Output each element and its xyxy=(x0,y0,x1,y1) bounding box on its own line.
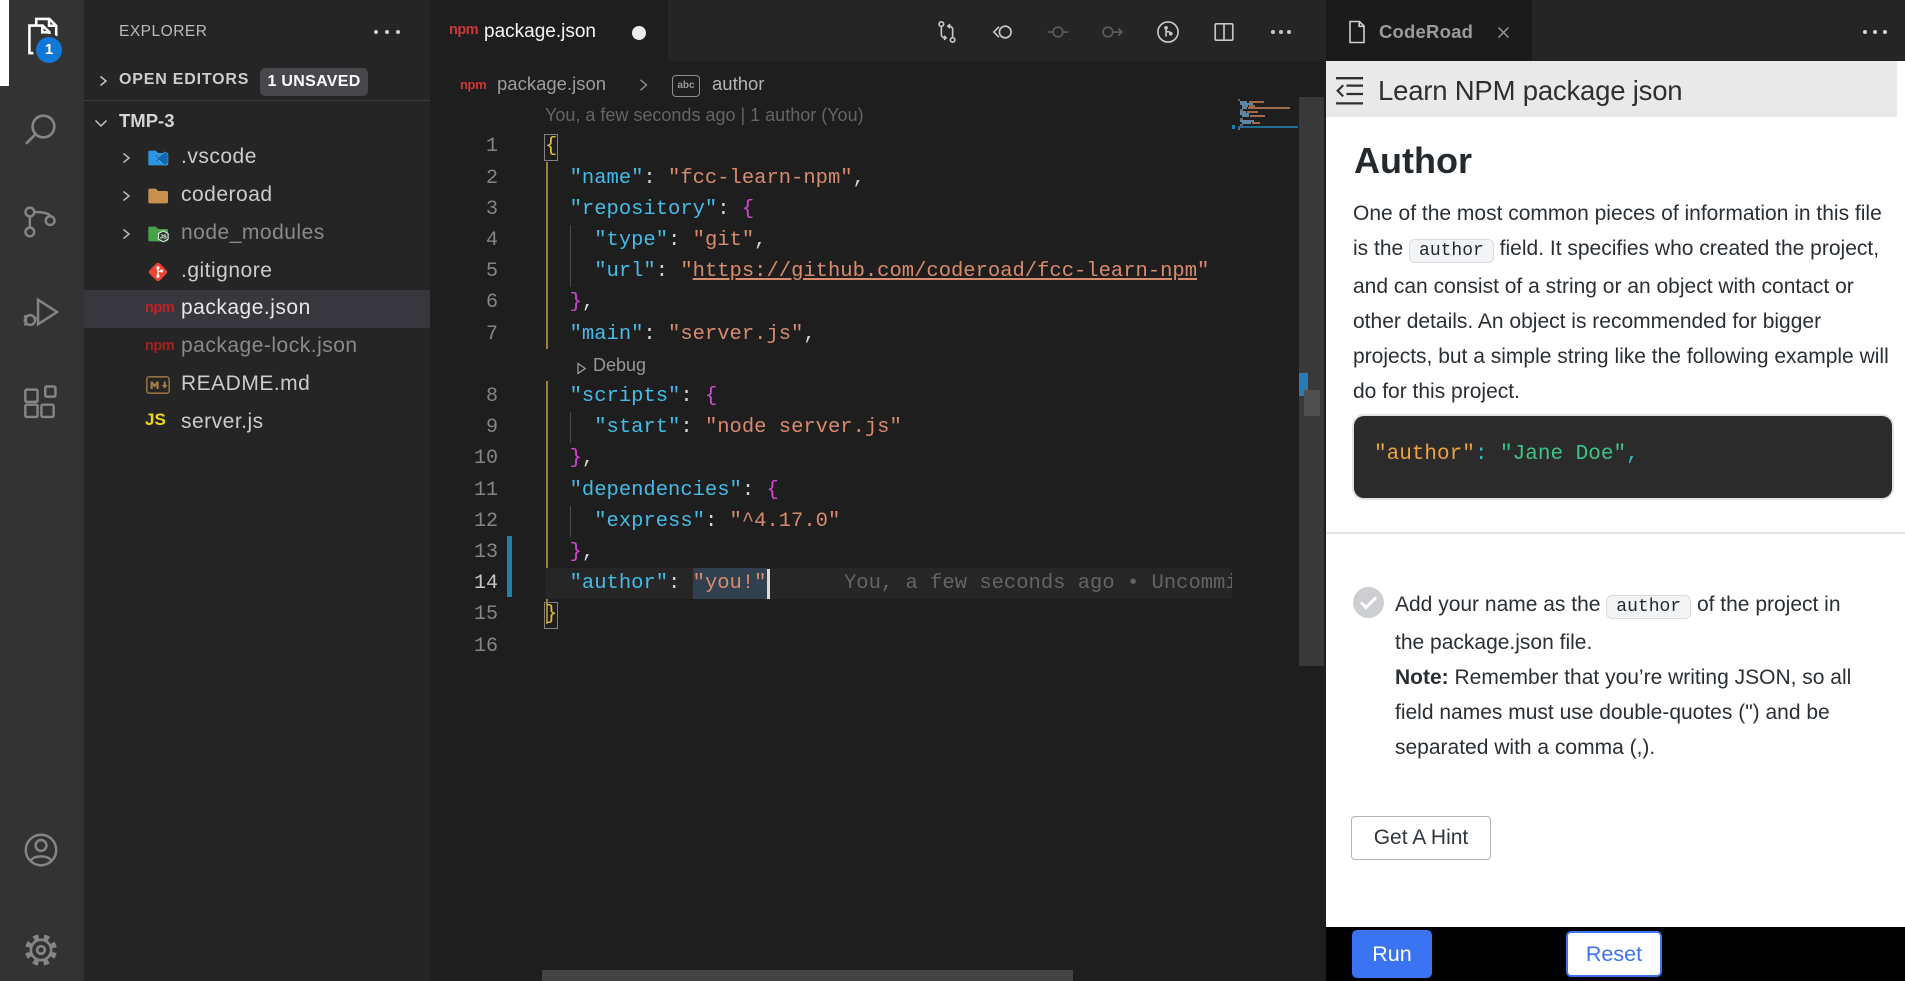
svg-text:JS: JS xyxy=(160,234,167,240)
